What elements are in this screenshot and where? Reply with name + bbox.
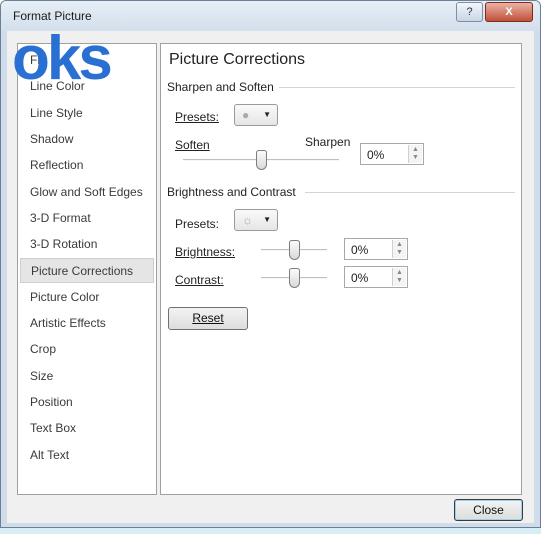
sidebar-item-shadow[interactable]: Shadow [20,127,154,152]
sidebar-item-size[interactable]: Size [20,364,154,389]
brightness-slider-thumb[interactable] [289,240,300,260]
contrast-value: 0% [351,271,369,285]
sharpen-slider-thumb[interactable] [256,150,267,170]
brightness-group-divider [305,192,515,193]
sidebar-item-reflection[interactable]: Reflection [20,153,154,178]
sidebar-item-artistic-effects[interactable]: Artistic Effects [20,311,154,336]
contrast-spinner: ▲ ▼ [392,268,406,286]
panel-title: Picture Corrections [169,51,306,68]
sharpen-presets-button[interactable]: ● ▼ [234,104,278,126]
sidebar-item-alt-text[interactable]: Alt Text [20,443,154,468]
sidebar-item-line-style[interactable]: Line Style [20,101,154,126]
sharpen-group-divider [279,87,515,88]
contrast-value-field[interactable]: 0% ▲ ▼ [344,266,408,288]
sidebar-item-3-d-rotation[interactable]: 3-D Rotation [20,232,154,257]
brightness-group-title: Brightness and Contrast [167,185,296,199]
help-button[interactable]: ? [456,2,483,22]
sidebar-item-3-d-format[interactable]: 3-D Format [20,206,154,231]
sharpen-slider[interactable] [183,150,339,170]
spin-down-icon[interactable]: ▼ [396,249,403,256]
spin-up-icon[interactable]: ▲ [396,269,403,276]
sharpen-spinner: ▲ ▼ [408,145,422,163]
window-close-icon: X [505,6,513,18]
dialog-title: Format Picture [13,9,92,23]
brightness-label: Brightness: [175,245,236,259]
brightness-slider[interactable] [261,240,327,260]
dropdown-arrow-icon: ▼ [263,110,271,119]
brightness-presets-label: Presets: [175,217,220,231]
sharpen-label: Sharpen [305,135,351,149]
format-picture-dialog: Format Picture ? X Fill Line Color Line St… [0,0,541,528]
sharpen-group-title: Sharpen and Soften [167,80,274,94]
contrast-label: Contrast: [175,273,224,287]
brightness-value-field[interactable]: 0% ▲ ▼ [344,238,408,260]
sidebar-item-picture-corrections[interactable]: Picture Corrections [20,258,154,284]
contrast-slider-thumb[interactable] [289,268,300,288]
title-bar: Format Picture ? X [1,1,540,31]
sharpen-value-field[interactable]: 0% ▲ ▼ [360,143,424,165]
category-list: Fill Line Color Line Style Shadow Reflection… [17,43,157,495]
brightness-value: 0% [351,243,369,257]
sidebar-item-text-box[interactable]: Text Box [20,416,154,441]
dialog-body: Fill Line Color Line Style Shadow Reflection… [7,31,534,523]
picture-corrections-panel: Picture Corrections Sharpen and Soften P… [160,43,522,495]
reset-button[interactable]: Reset [168,307,248,330]
sharpen-presets-label: Presets: [175,110,220,124]
spin-up-icon[interactable]: ▲ [396,241,403,248]
brightness-preset-icon: ☼ [242,213,253,227]
sidebar-item-position[interactable]: Position [20,390,154,415]
sidebar-item-line-color[interactable]: Line Color [20,74,154,99]
sidebar-item-glow-and-soft-edges[interactable]: Glow and Soft Edges [20,180,154,205]
sharpen-value: 0% [367,148,385,162]
spin-up-icon[interactable]: ▲ [412,146,419,153]
spin-down-icon[interactable]: ▼ [412,154,419,161]
sidebar-item-crop[interactable]: Crop [20,337,154,362]
brightness-spinner: ▲ ▼ [392,240,406,258]
dropdown-arrow-icon: ▼ [263,215,271,224]
brightness-presets-button[interactable]: ☼ ▼ [234,209,278,231]
contrast-slider[interactable] [261,268,327,288]
sharpen-preset-icon: ● [242,108,250,122]
spin-down-icon[interactable]: ▼ [396,277,403,284]
help-icon: ? [466,6,473,18]
sidebar-item-fill[interactable]: Fill [20,48,154,73]
window-close-button[interactable]: X [485,2,533,22]
close-button[interactable]: Close [454,499,523,521]
sidebar-item-picture-color[interactable]: Picture Color [20,285,154,310]
